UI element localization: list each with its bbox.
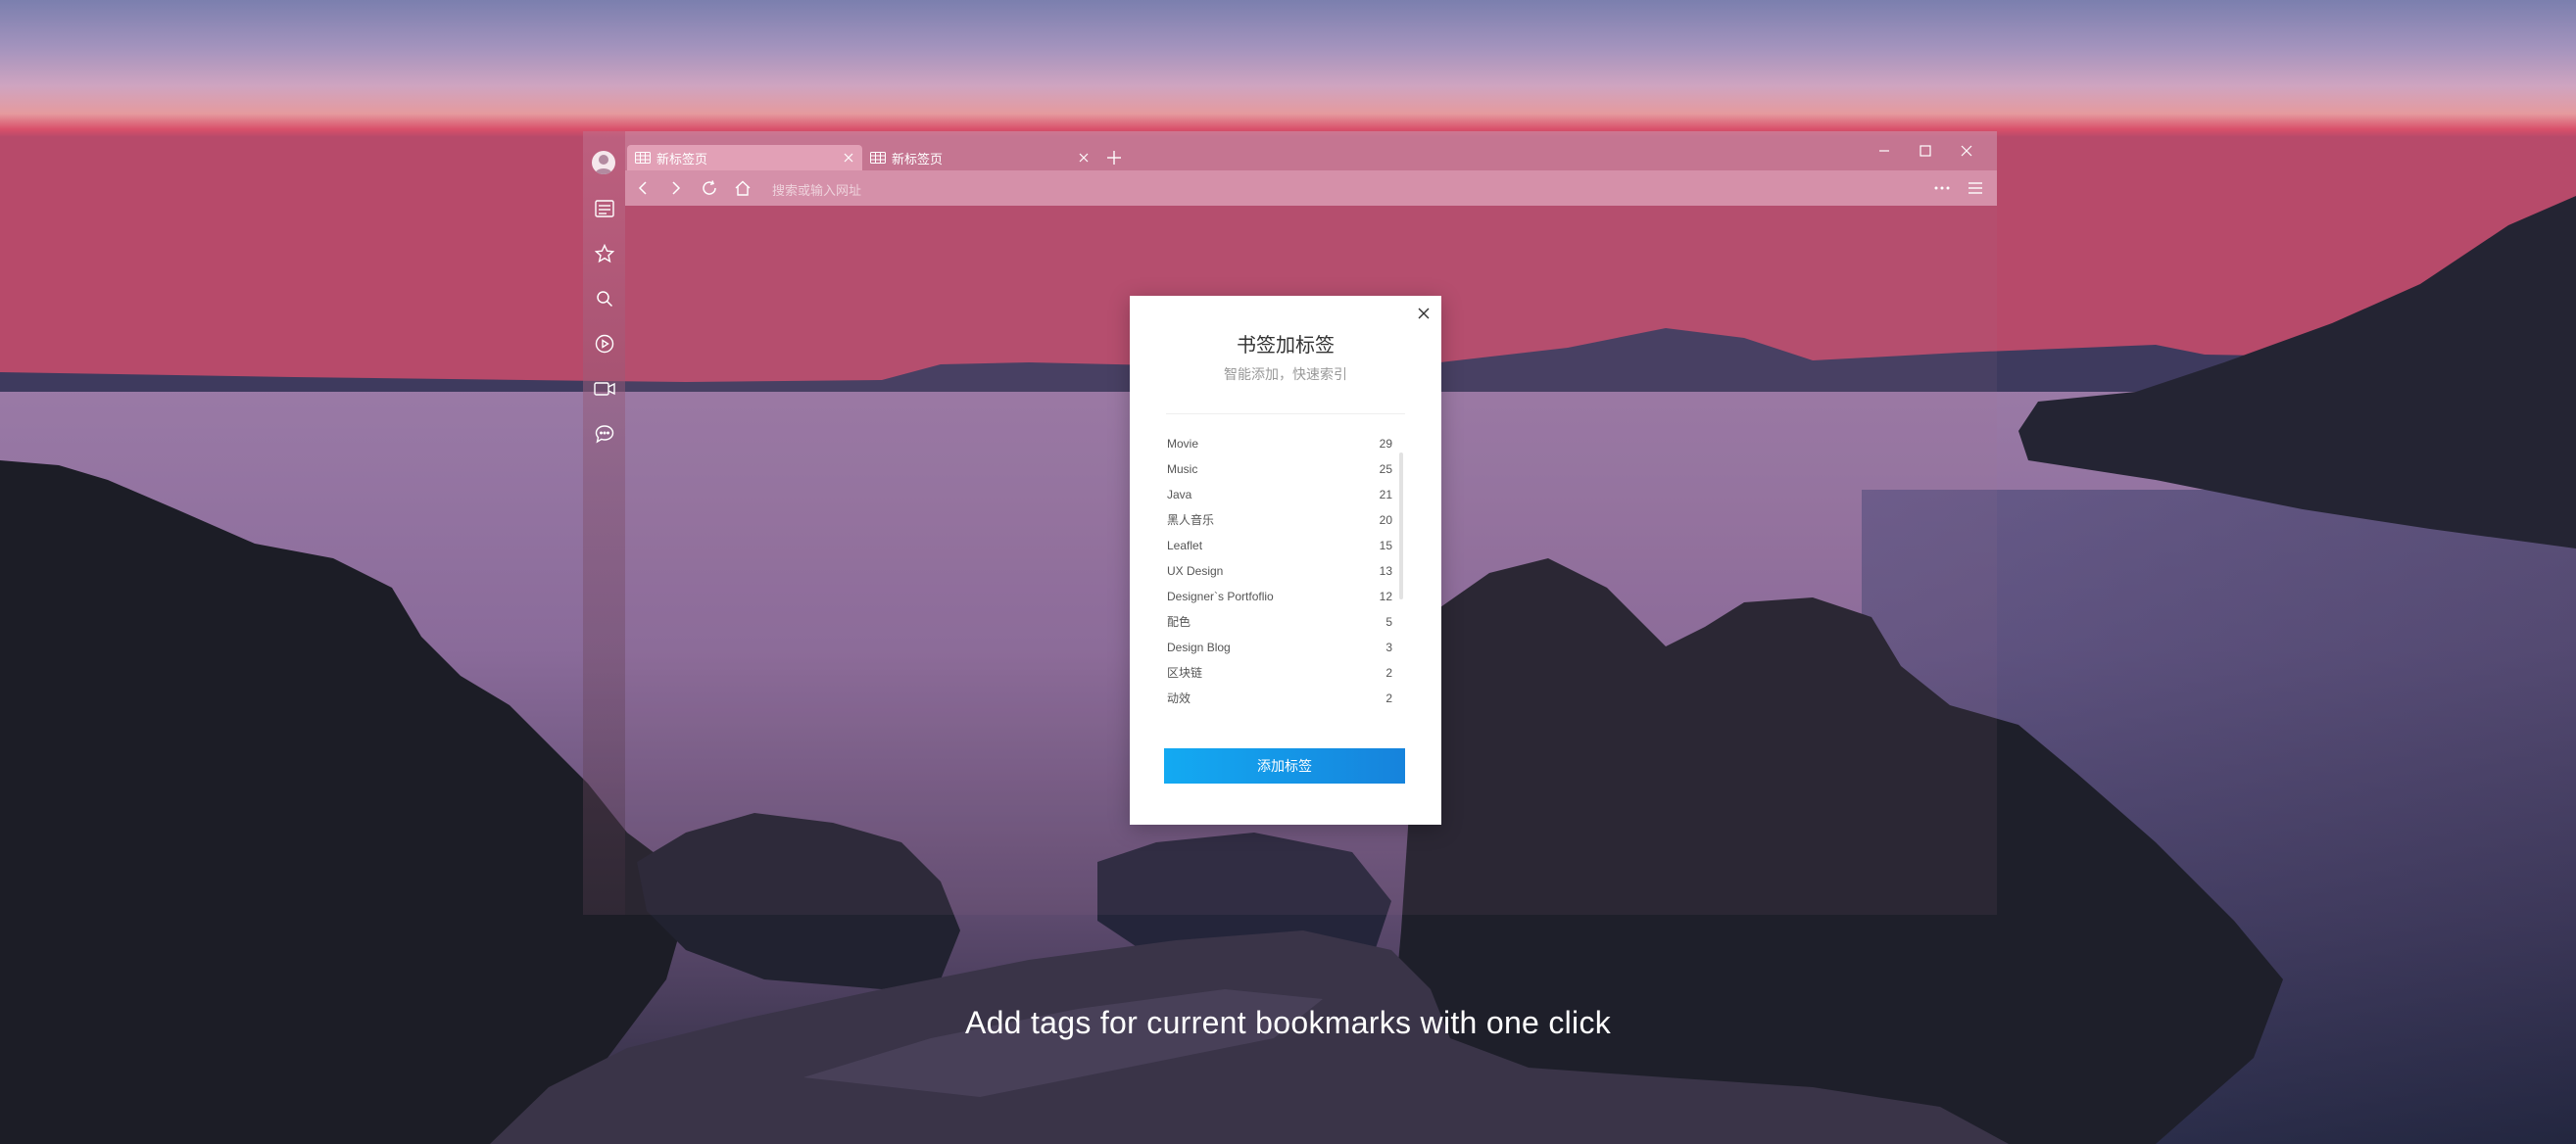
reader-icon[interactable]: [594, 198, 615, 219]
add-tag-button[interactable]: 添加标签: [1164, 748, 1405, 784]
tag-count: 29: [1379, 437, 1392, 451]
tab-label: 新标签页: [656, 151, 708, 167]
tag-name: Music: [1167, 462, 1198, 476]
tag-count: 2: [1385, 691, 1392, 705]
tag-name: 动效: [1167, 691, 1191, 705]
tag-name: UX Design: [1167, 564, 1224, 578]
menu-icon[interactable]: [1966, 178, 1985, 198]
reload-icon[interactable]: [700, 178, 719, 198]
tag-item[interactable]: Design Blog 3: [1167, 640, 1392, 665]
tag-name: Designer`s Portfoflio: [1167, 590, 1274, 603]
tag-count: 20: [1379, 513, 1392, 527]
bookmark-tag-dialog: 书签加标签 智能添加，快速索引 Movie 29 Music 25 Java 21 黑…: [1130, 296, 1441, 825]
back-icon[interactable]: [633, 178, 653, 198]
tag-name: Design Blog: [1167, 641, 1231, 654]
tag-item[interactable]: Java 21: [1167, 487, 1392, 512]
star-icon[interactable]: [594, 243, 615, 264]
navigation-bar: 搜索或输入网址: [625, 170, 1997, 206]
chat-icon[interactable]: [594, 423, 615, 445]
dialog-title: 书签加标签: [1237, 335, 1335, 357]
forward-icon[interactable]: [666, 178, 686, 198]
tag-count: 15: [1379, 539, 1392, 552]
promo-caption: Add tags for current bookmarks with one …: [964, 1005, 1612, 1040]
tag-name: Java: [1167, 488, 1192, 501]
video-icon[interactable]: [594, 378, 615, 400]
tab-strip: 新标签页 新标签页: [625, 131, 1997, 170]
tab-active[interactable]: 新标签页: [627, 145, 862, 170]
grid-icon: [870, 152, 886, 164]
tab-inactive[interactable]: 新标签页: [862, 145, 1097, 170]
close-tab-icon[interactable]: [1078, 152, 1090, 164]
tag-count: 12: [1379, 590, 1392, 603]
tag-name: 区块链: [1167, 666, 1203, 680]
tag-item[interactable]: 区块链 2: [1167, 665, 1392, 691]
divider: [1166, 413, 1405, 414]
tag-list: Movie 29 Music 25 Java 21 黑人音乐 20 Leaflet 15 …: [1167, 436, 1392, 716]
tag-item[interactable]: 黑人音乐 20: [1167, 512, 1392, 538]
maximize-icon[interactable]: [1916, 141, 1935, 161]
tag-item[interactable]: Leaflet 15: [1167, 538, 1392, 563]
more-icon[interactable]: [1932, 178, 1952, 198]
tag-count: 13: [1379, 564, 1392, 578]
browser-toolbar: 新标签页 新标签页 搜索或输入网址: [625, 131, 1997, 206]
new-tab-plus-icon[interactable]: [1105, 149, 1123, 167]
close-dialog-icon[interactable]: [1416, 306, 1432, 321]
sidebar: [583, 131, 625, 915]
address-bar[interactable]: 搜索或输入网址: [772, 180, 861, 199]
tag-item[interactable]: 配色 5: [1167, 614, 1392, 640]
close-window-icon[interactable]: [1957, 141, 1976, 161]
tag-count: 21: [1379, 488, 1392, 501]
tag-count: 25: [1379, 462, 1392, 476]
search-icon[interactable]: [594, 288, 615, 310]
dialog-subtitle: 智能添加，快速索引: [1224, 366, 1347, 382]
tag-item[interactable]: Designer`s Portfoflio 12: [1167, 589, 1392, 614]
tag-list-scrollbar[interactable]: [1399, 453, 1403, 599]
home-icon[interactable]: [733, 178, 753, 198]
tag-item[interactable]: 动效 2: [1167, 691, 1392, 716]
tag-item[interactable]: UX Design 13: [1167, 563, 1392, 589]
tag-item[interactable]: Movie 29: [1167, 436, 1392, 461]
minimize-icon[interactable]: [1874, 141, 1894, 161]
avatar[interactable]: [592, 151, 615, 174]
tag-count: 2: [1385, 666, 1392, 680]
tag-count: 5: [1385, 615, 1392, 629]
tag-name: Leaflet: [1167, 539, 1203, 552]
tag-name: Movie: [1167, 437, 1199, 451]
play-icon[interactable]: [594, 333, 615, 355]
tab-label: 新标签页: [892, 151, 944, 167]
grid-icon: [635, 152, 651, 164]
close-tab-icon[interactable]: [843, 152, 854, 164]
tag-name: 配色: [1167, 615, 1191, 629]
tag-name: 黑人音乐: [1167, 513, 1215, 527]
tag-item[interactable]: Music 25: [1167, 461, 1392, 487]
tag-count: 3: [1385, 641, 1392, 654]
